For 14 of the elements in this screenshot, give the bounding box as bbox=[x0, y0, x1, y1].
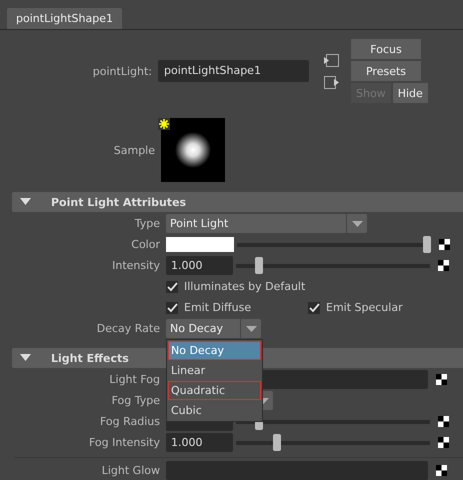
node-label: pointLight: bbox=[92, 64, 152, 78]
checkbox-label: Emit Diffuse bbox=[184, 301, 252, 314]
sample-label: Sample bbox=[112, 144, 155, 156]
attribute-label: Fog Radius bbox=[98, 415, 160, 428]
attribute-label: Color bbox=[130, 238, 160, 251]
attribute-label: Fog Type bbox=[110, 394, 160, 407]
attribute-label: Light Fog bbox=[108, 373, 160, 386]
checkbox-label: Illuminates by Default bbox=[184, 280, 306, 293]
attribute-label: Fog Intensity bbox=[88, 436, 160, 449]
attribute-label: Type bbox=[134, 217, 160, 230]
attribute-label: Intensity bbox=[111, 259, 160, 272]
attribute-label: Decay Rate bbox=[96, 322, 160, 335]
checkbox-label: Emit Specular bbox=[326, 301, 403, 314]
attribute-label: Light Glow bbox=[100, 464, 160, 477]
